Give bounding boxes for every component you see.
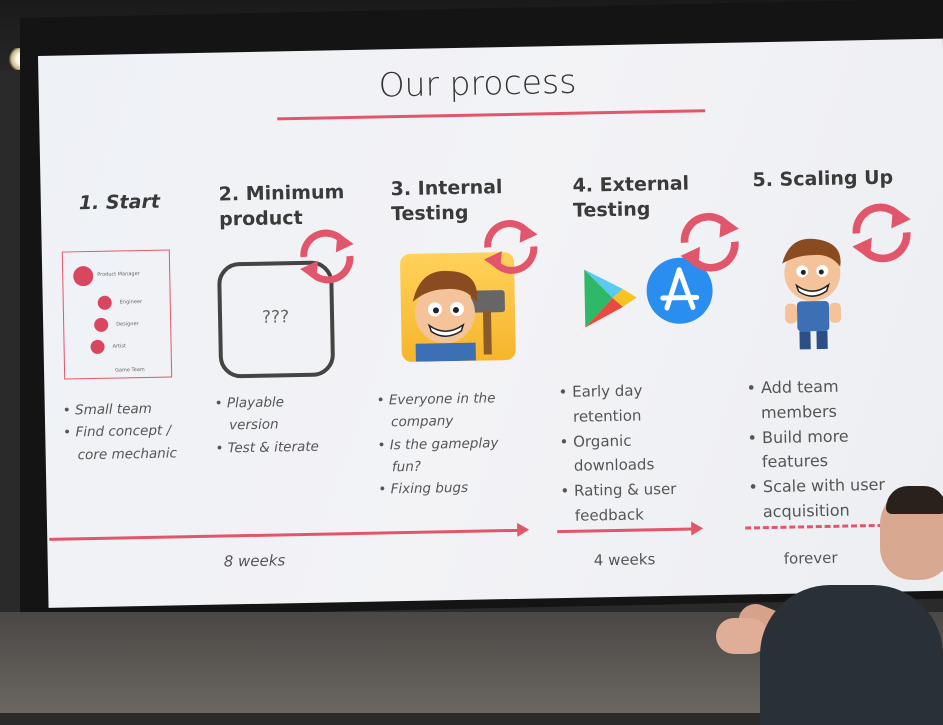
role-label: Product Manager [97,271,140,278]
team-caption: Game Team [114,367,145,374]
game-character-icon [782,238,842,350]
bullet-item: Small team [63,397,193,422]
team-dot [97,295,112,310]
cycle-arrows-icon [300,229,354,284]
role-label: Artist [112,343,127,350]
title-underline [277,109,706,121]
timeline-arrow-8-weeks [49,528,520,541]
team-dot [94,317,109,332]
duration-4-weeks: 4 weeks [593,550,656,570]
bullet-item: Build more features [747,423,916,476]
timeline-arrow-4-weeks [557,527,694,534]
cycle-arrows-icon [680,212,739,272]
presentation-slide: Our process 1. Start 2. Minimum product … [38,38,943,608]
duration-8-weeks: 8 weeks [223,551,286,571]
bullet-item: Rating & user feedback [560,476,701,528]
stage-2-heading: 2. Minimum product [218,181,345,231]
bullet-item: Playable version [214,390,335,437]
role-label: Designer [116,321,139,328]
team-diagram: Product Manager Engineer Designer Artist… [61,249,173,380]
presenter-hair [886,486,943,514]
stage-3-bullets: Everyone in the company Is the gameplay … [376,387,518,501]
role-label: Engineer [119,299,143,306]
bullet-item: Test & iterate [215,435,335,460]
bullet-item: Find concept / core mechanic [63,419,194,466]
cycle-arrows-icon [852,203,911,263]
timeline-arrowhead [691,521,704,536]
stage-4-bullets: Early day retention Organic downloads Ra… [558,377,701,528]
stage-5-heading: 5. Scaling Up [752,166,894,192]
stage-1-bullets: Small team Find concept / core mechanic [63,397,194,466]
team-dot-large [73,265,94,287]
duration-forever: forever [783,548,838,568]
bullet-item: Is the gameplay fun? [377,431,518,478]
stage-1-heading: 1. Start [78,190,161,215]
bullet-item: Add team members [746,373,915,426]
bullet-item: Everyone in the company [376,387,517,434]
bullet-item: Early day retention [558,377,699,429]
timeline-arrowhead [517,522,530,537]
bullet-item: Organic downloads [559,427,700,479]
google-play-icon [584,269,637,328]
bullet-item: Fixing bugs [378,476,518,501]
cycle-arrows-icon [483,220,538,274]
stage-2-bullets: Playable version Test & iterate [214,390,335,459]
mvp-placeholder-text: ??? [261,307,290,328]
presenter-shirt [760,585,943,725]
team-dot [90,339,105,355]
slide-title: Our process [378,61,577,105]
